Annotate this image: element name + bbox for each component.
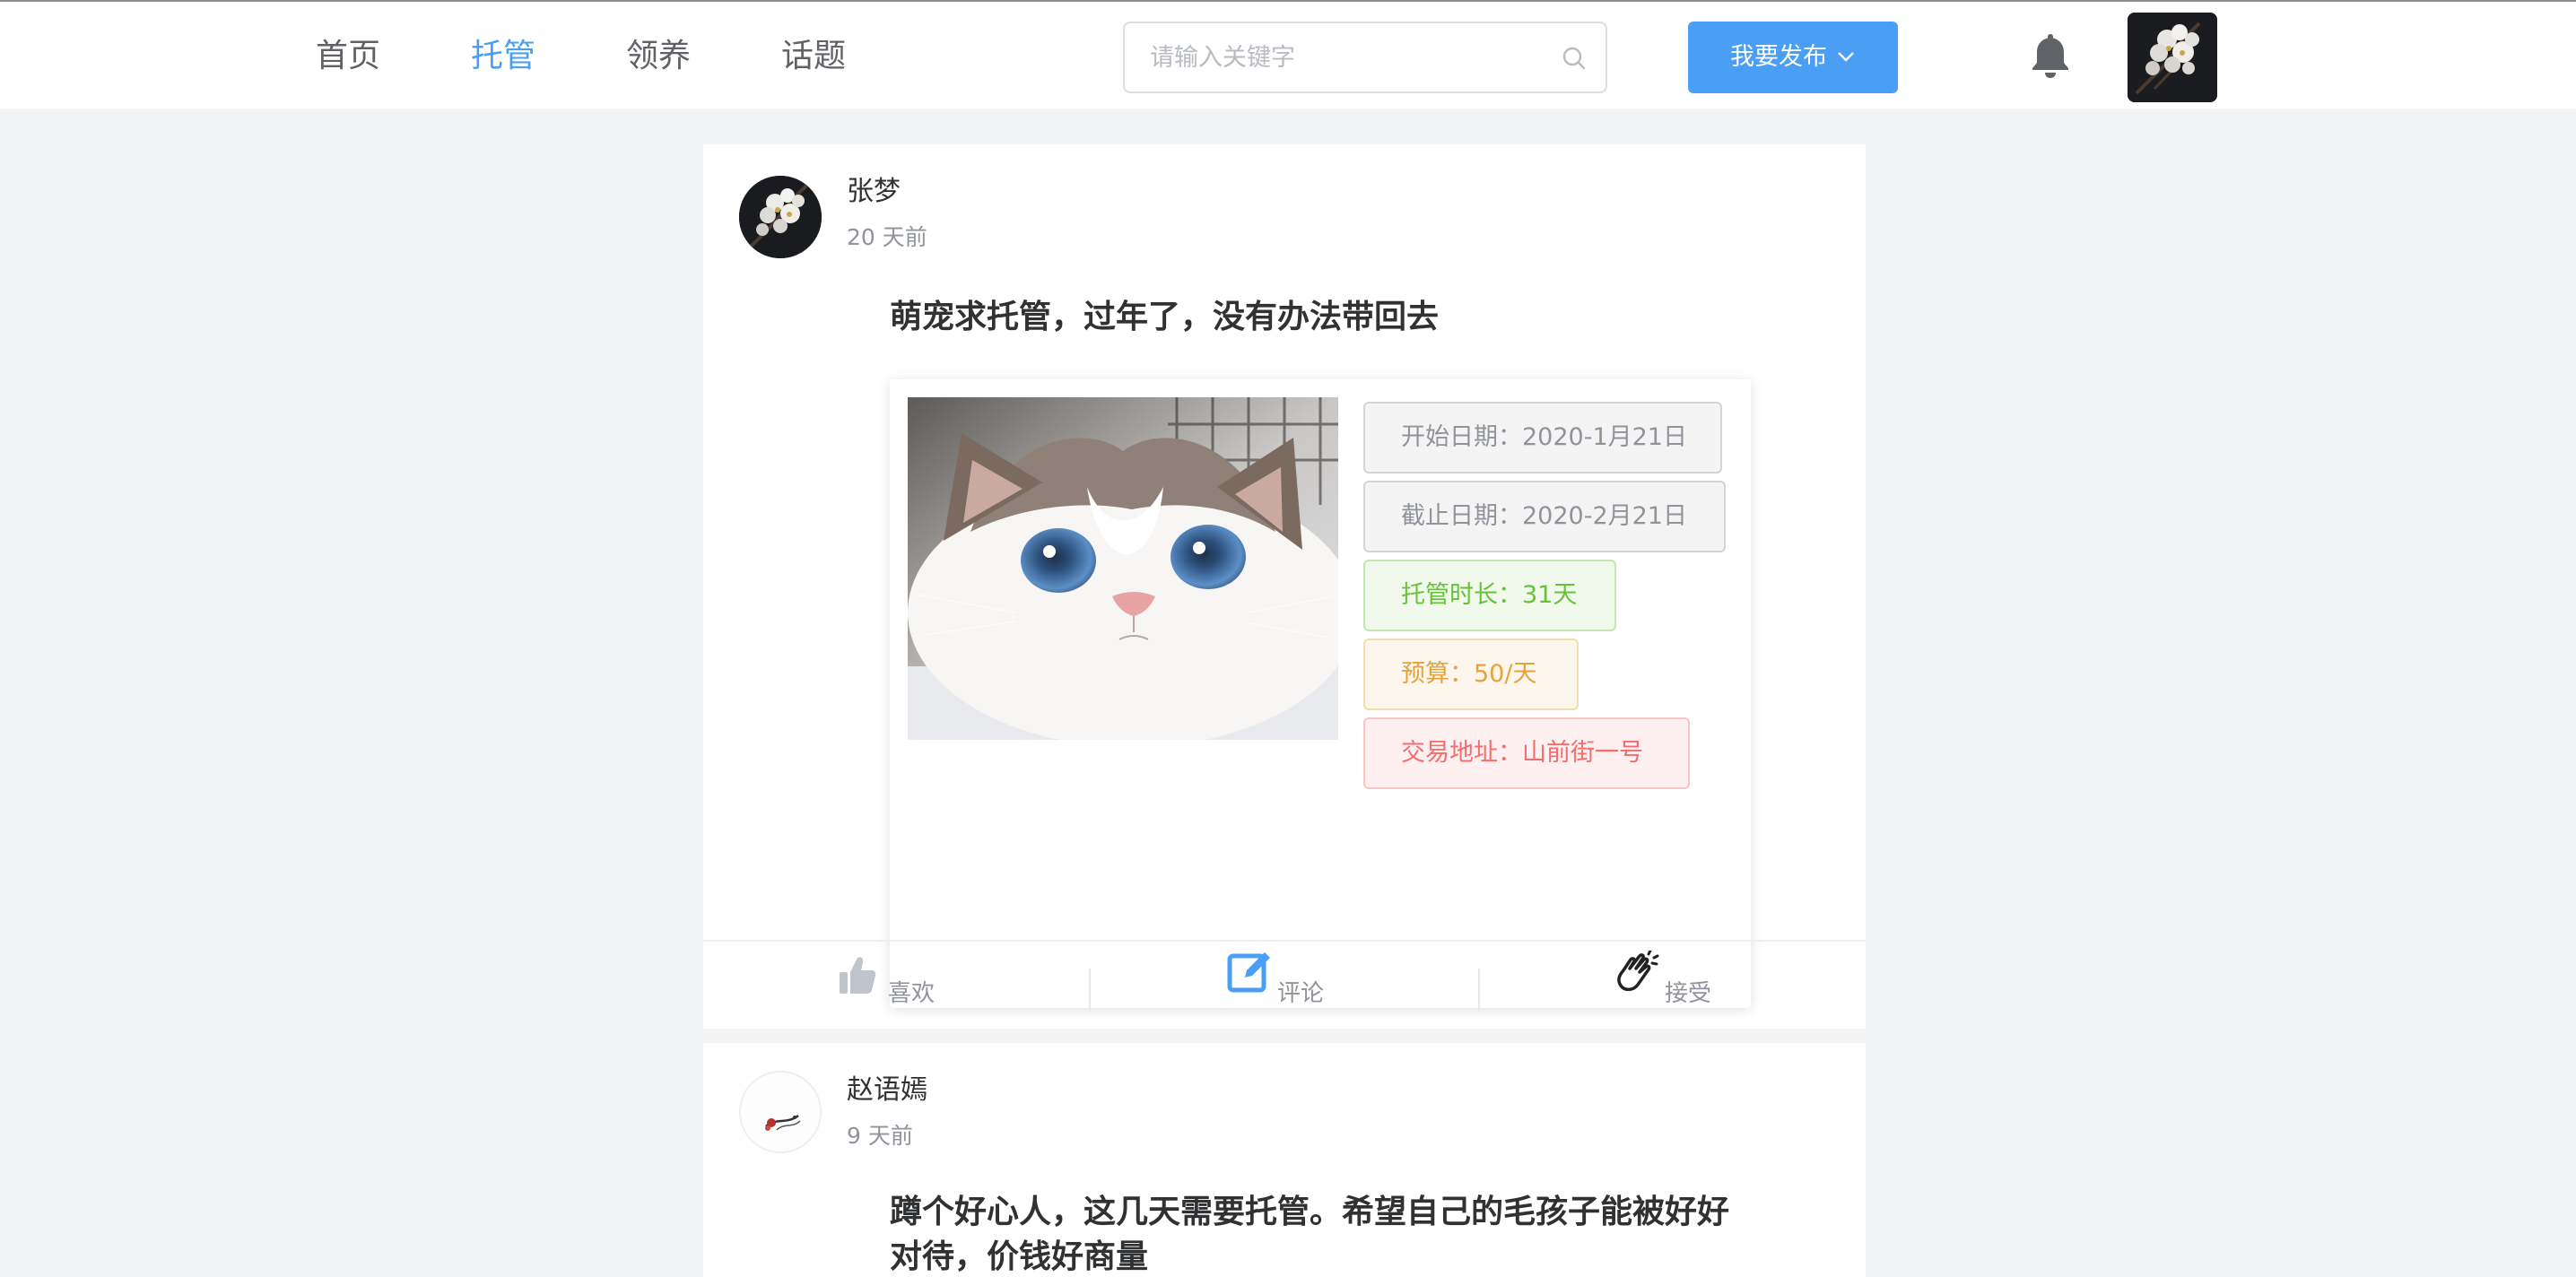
nav-home[interactable]: 首页 [316,36,380,77]
author-avatar[interactable] [739,1071,822,1153]
avatar-image [741,1073,820,1151]
chevron-down-icon [1838,51,1854,62]
comment-label: 评论 [1277,980,1325,1007]
like-button[interactable]: 喜欢 [838,942,945,1030]
publish-dropdown-button[interactable]: 我要发布 [1688,22,1898,93]
author-name[interactable]: 张梦 [847,175,901,209]
post-title[interactable]: 蹲个好心人，这几天需要托管。希望自己的毛孩子能被好好对待，价钱好商量 [890,1190,1742,1277]
search-box [1123,22,1607,93]
clapping-hands-icon [1617,951,1659,992]
duration-tag: 托管时长：31天 [1363,560,1616,631]
top-navbar: 首页 托管 领养 话题 我要发布 [0,0,2576,109]
post-card: 赵语嫣 9 天前 蹲个好心人，这几天需要托管。希望自己的毛孩子能被好好对待，价钱… [703,1043,1866,1277]
post-action-bar: 喜欢 评论 接受 [703,940,1866,1029]
action-divider [1089,969,1091,1012]
accept-button[interactable]: 接受 [1614,942,1731,1030]
thumbs-up-icon [840,957,876,994]
end-date-tag: 截止日期：2020-2月21日 [1363,481,1726,552]
edit-icon [1227,952,1270,993]
author-name[interactable]: 赵语嫣 [847,1073,927,1108]
post-card: 张梦 20 天前 萌宠求托管，过年了，没有办法带回去 开始日期：2020-1月2… [703,144,1866,1029]
address-tag: 交易地址：山前街一号 [1363,717,1690,789]
post-time: 9 天前 [847,1123,913,1149]
bell-icon[interactable] [2027,30,2074,81]
avatar-image [2128,13,2217,102]
accept-label: 接受 [1665,980,1712,1007]
post-time: 20 天前 [847,224,927,250]
trust-detail-panel: 开始日期：2020-1月21日 截止日期：2020-2月21日 托管时长：31天… [890,379,1751,1008]
nav-adopt[interactable]: 领养 [626,36,691,77]
comment-button[interactable]: 评论 [1227,942,1344,1030]
like-label: 喜欢 [888,980,936,1007]
budget-tag: 预算：50/天 [1363,638,1579,710]
search-icon[interactable] [1561,45,1588,72]
post-title[interactable]: 萌宠求托管，过年了，没有办法带回去 [890,295,1742,340]
search-input[interactable] [1150,23,1545,91]
nav-topic[interactable]: 话题 [781,36,846,77]
action-divider [1478,969,1480,1012]
publish-button-label: 我要发布 [1730,43,1827,71]
user-avatar[interactable] [2128,13,2217,102]
author-avatar[interactable] [739,176,822,258]
start-date-tag: 开始日期：2020-1月21日 [1363,402,1722,473]
nav-trust[interactable]: 托管 [471,36,535,77]
avatar-image [739,176,822,258]
pet-photo[interactable] [908,397,1338,740]
